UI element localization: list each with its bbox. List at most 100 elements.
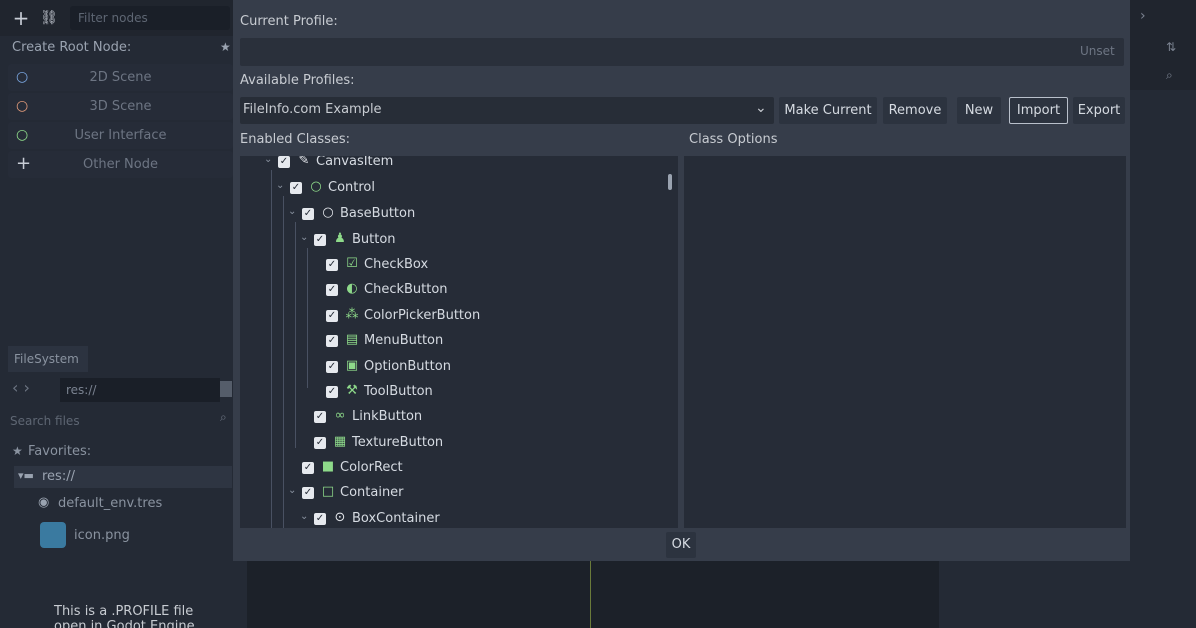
color-picker-icon: ⁂ <box>345 307 359 322</box>
checkbox[interactable]: ✓ <box>302 208 314 220</box>
make-current-button[interactable]: Make Current <box>779 97 877 124</box>
tree-guide <box>307 248 308 388</box>
current-profile-field <box>240 38 1124 66</box>
expand-arrow-icon[interactable]: ⌄ <box>300 232 312 243</box>
checkbox[interactable]: ✓ <box>314 234 326 246</box>
expand-arrow-icon[interactable]: ⌄ <box>288 485 300 496</box>
tree-scrollbar[interactable] <box>668 174 672 190</box>
favorite-star-icon[interactable]: ★ <box>220 40 231 54</box>
current-profile-label: Current Profile: <box>240 14 338 29</box>
expand-arrow-icon[interactable]: ⌄ <box>300 511 312 522</box>
tree-item-label: TextureButton <box>352 435 444 450</box>
tree-item-label: MenuButton <box>364 333 444 348</box>
checkbox[interactable]: ✓ <box>314 513 326 525</box>
list-item-default-env[interactable]: default_env.tres <box>58 496 162 511</box>
checkbox[interactable]: ✓ <box>326 361 338 373</box>
checkbox[interactable]: ✓ <box>290 182 302 194</box>
caption-line-1: This is a .PROFILE file <box>54 604 194 619</box>
available-profiles-label: Available Profiles: <box>240 73 355 88</box>
tree-item-label: Button <box>352 232 396 247</box>
menu-button-icon: ▤ <box>345 332 359 347</box>
checkbox[interactable]: ✓ <box>326 284 338 296</box>
tree-guide <box>271 170 272 528</box>
checkbox[interactable]: ✓ <box>326 386 338 398</box>
add-node-icon[interactable]: + <box>10 7 32 29</box>
root-item-other-node[interactable]: + Other Node <box>8 151 233 178</box>
globe-icon: ◉ <box>38 495 50 510</box>
search-files-input[interactable]: Search files <box>10 410 225 432</box>
tree-item-label: CanvasItem <box>316 156 394 169</box>
box-container-icon: ⊙ <box>334 510 346 525</box>
root-item-3d-scene[interactable]: ○ 3D Scene <box>8 93 233 120</box>
profile-select-value: FileInfo.com Example <box>243 102 382 117</box>
tree-item-label: BaseButton <box>340 206 416 221</box>
filter-nodes-input[interactable]: Filter nodes <box>70 6 230 30</box>
sort-icon[interactable]: ⇅ <box>1166 40 1176 54</box>
import-button[interactable]: Import <box>1009 97 1068 124</box>
color-rect-icon: ■ <box>321 459 335 474</box>
create-root-node-label: Create Root Node: <box>12 40 132 55</box>
nav-arrows-icon[interactable]: ‹ › <box>12 378 30 397</box>
new-button[interactable]: New <box>957 97 1001 124</box>
tree-item-label: ToolButton <box>364 384 433 399</box>
tree-item-label: ColorRect <box>340 460 403 475</box>
checkbox[interactable]: ✓ <box>302 462 314 474</box>
class-options-label: Class Options <box>689 132 778 147</box>
tool-button-icon: ⚒ <box>346 383 358 398</box>
chevron-down-icon: ⌄ <box>755 100 767 116</box>
checkbox[interactable]: ✓ <box>326 259 338 271</box>
tree-item-label: BoxContainer <box>352 511 440 526</box>
unset-button[interactable]: Unset <box>1080 44 1115 58</box>
tree-item-label: OptionButton <box>364 359 451 374</box>
tree-item-label: Control <box>328 180 375 195</box>
favorites-label[interactable]: Favorites: <box>28 444 91 459</box>
export-button[interactable]: Export <box>1073 97 1125 124</box>
checkbox[interactable]: ✓ <box>302 487 314 499</box>
godot-icon <box>40 522 66 548</box>
root-item-user-interface[interactable]: ○ User Interface <box>8 122 233 149</box>
search-icon: ⌕ <box>220 410 227 424</box>
search-icon[interactable]: ⌕ <box>1166 68 1173 83</box>
base-button-icon: ○ <box>322 205 334 220</box>
container-icon: □ <box>321 484 335 499</box>
class-options-panel <box>684 156 1126 528</box>
root-item-label: User Interface <box>74 128 167 143</box>
tree-guide <box>295 222 296 448</box>
checkbox[interactable]: ✓ <box>326 310 338 322</box>
root-item-label: Other Node <box>83 157 158 172</box>
star-icon: ★ <box>12 444 23 458</box>
tree-item-label: ColorPickerButton <box>364 308 481 323</box>
tree-item-label: LinkButton <box>352 409 423 424</box>
remove-button[interactable]: Remove <box>883 97 947 124</box>
tab-filesystem[interactable]: FileSystem <box>8 346 88 372</box>
tree-item-label: Container <box>340 485 404 500</box>
res-folder-label: res:// <box>42 469 75 484</box>
caption: This is a .PROFILE file open in Godot En… <box>54 604 195 628</box>
tree-item-label: CheckButton <box>364 282 448 297</box>
checkbox[interactable]: ✓ <box>314 437 326 449</box>
texture-button-icon: ▦ <box>333 434 347 449</box>
expand-arrow-icon[interactable]: ⌄ <box>264 156 276 165</box>
expand-arrow-icon[interactable]: ⌄ <box>288 206 300 217</box>
checkbox[interactable]: ✓ <box>278 156 290 168</box>
ok-button[interactable]: OK <box>666 532 696 558</box>
control-icon: ○ <box>310 179 322 194</box>
link-icon[interactable]: ⛓ <box>38 7 60 29</box>
tree-guide <box>283 196 284 528</box>
checkbox[interactable]: ✓ <box>314 411 326 423</box>
pencil-icon: ✎ <box>298 156 310 168</box>
checkbox[interactable]: ✓ <box>326 335 338 347</box>
enabled-classes-label: Enabled Classes: <box>240 132 351 147</box>
root-item-label: 3D Scene <box>89 99 152 114</box>
toggle-icon: ◐ <box>346 281 358 296</box>
checkbox-icon: ☑ <box>346 256 358 271</box>
filesystem-path-field[interactable]: res:// <box>60 378 220 402</box>
expand-arrow-icon[interactable]: ⌄ <box>276 180 288 191</box>
chevron-right-icon[interactable]: › <box>1140 8 1146 24</box>
root-item-2d-scene[interactable]: ○ 2D Scene <box>8 64 233 91</box>
inspector-toolbar: › ⇅ ⌕ <box>1130 0 1196 90</box>
button-icon: ♟ <box>334 231 346 246</box>
enabled-classes-tree[interactable]: ⌄ ✓ ✎ CanvasItem ⌄ ✓ ○ Control ⌄ ✓ ○ Bas… <box>240 156 678 528</box>
list-item-icon-png[interactable]: icon.png <box>74 528 130 543</box>
split-view-icon[interactable] <box>220 381 232 397</box>
